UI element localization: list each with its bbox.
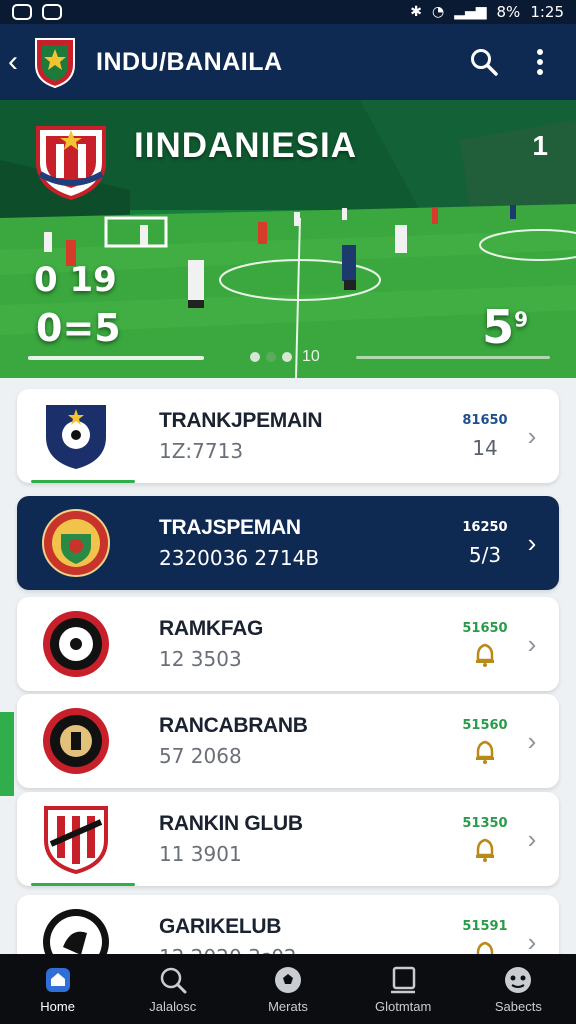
nav-label: Jalalosc — [149, 998, 197, 1014]
club-tag: 51560 — [462, 717, 508, 733]
soccer-ball-icon — [274, 966, 301, 993]
club-number: 5/3 — [468, 542, 502, 567]
carousel-count: 10 — [302, 348, 320, 365]
club-card[interactable]: TRANKJPEMAIN 1Z:7713 81650 14 › — [17, 389, 559, 483]
score-line-2: 0=5 — [36, 306, 121, 350]
card-underline — [31, 480, 135, 483]
club-number: 14 — [472, 435, 498, 460]
chevron-right-icon: › — [527, 420, 537, 451]
chevron-right-icon: › — [527, 527, 537, 558]
club-logo-icon — [43, 909, 109, 954]
side-accent-bar — [0, 712, 14, 796]
profile-icon — [505, 966, 532, 993]
club-stats: 1Z:7713 — [159, 439, 244, 463]
carousel-dot[interactable] — [282, 352, 292, 362]
club-name: TRAJSPEMAN — [159, 516, 301, 539]
club-logo-icon — [43, 708, 109, 774]
carousel-dot[interactable] — [266, 352, 276, 362]
team-crest-icon — [36, 126, 106, 200]
club-tag: 51650 — [462, 620, 508, 636]
club-tag: 81650 — [462, 412, 508, 428]
signal-icon: ▂▄▆ — [454, 4, 487, 20]
chevron-right-icon: › — [527, 823, 537, 854]
chevron-right-icon: › — [527, 628, 537, 659]
chevron-right-icon: › — [527, 725, 537, 756]
club-name: TRANKJPEMAIN — [159, 409, 323, 432]
tablet-icon — [391, 966, 416, 993]
more-vertical-icon — [537, 49, 543, 75]
club-stats: 11 3901 — [159, 842, 242, 866]
notification-icon — [12, 4, 32, 20]
notification-bell-icon[interactable] — [474, 940, 496, 955]
club-logo-icon — [43, 611, 109, 677]
notification-bell-icon[interactable] — [474, 739, 496, 765]
club-logo-icon — [42, 509, 110, 577]
club-tag: 51591 — [462, 918, 508, 934]
nav-home[interactable]: Home — [3, 965, 113, 1014]
score-line-1: 0 19 — [34, 260, 117, 300]
bluetooth-icon: ✱ — [410, 4, 422, 20]
app-title: INDU/BANAILA — [96, 47, 283, 76]
score-right-value: 5 — [482, 300, 515, 354]
club-stats: 57 2068 — [159, 744, 242, 768]
club-card[interactable]: GARIKELUB 12 2020 3s02 51591 › — [17, 895, 559, 954]
notification-bell-icon[interactable] — [474, 837, 496, 863]
nav-search[interactable]: Jalalosc — [118, 965, 228, 1014]
chevron-right-icon: › — [527, 926, 537, 955]
app-bar: ‹ INDU/BANAILA — [0, 24, 576, 100]
clock: 1:25 — [530, 3, 564, 21]
hero-corner-value: 1 — [532, 130, 548, 161]
club-name: RANKIN GLUB — [159, 812, 303, 835]
nav-label: Home — [40, 998, 75, 1014]
notification-bell-icon[interactable] — [474, 642, 496, 668]
back-icon[interactable]: ‹ — [8, 47, 30, 77]
club-tag: 16250 — [462, 519, 508, 535]
club-logo-icon — [46, 405, 106, 469]
progress-line-left — [28, 356, 204, 360]
nav-label: Sabects — [494, 998, 542, 1014]
carousel-indicator[interactable]: 10 — [250, 348, 320, 366]
club-card[interactable]: RANCABRANB 57 2068 51560 › — [17, 694, 559, 788]
hero-banner[interactable]: IINDANIESIA 1 0 19 0=5 59 10 — [0, 100, 576, 378]
club-card-selected[interactable]: TRAJSPEMAN 2320036 2714B 16250 5/3 › — [17, 496, 559, 590]
nav-matches[interactable]: Merats — [233, 965, 343, 1014]
hero-title: IINDANIESIA — [134, 126, 357, 165]
nav-settings[interactable]: Sabects — [463, 965, 573, 1014]
club-card[interactable]: RANKIN GLUB 11 3901 51350 › — [17, 792, 559, 886]
club-crest-icon — [35, 38, 75, 89]
wifi-icon: ◔ — [431, 4, 445, 20]
club-stats: 12 2020 3s02 — [159, 945, 455, 954]
status-bar: ✱ ◔ ▂▄▆ 8% 1:25 — [0, 0, 576, 24]
club-name: RAMKFAG — [159, 617, 264, 640]
search-icon — [471, 49, 498, 76]
club-name: RANCABRANB — [159, 714, 308, 737]
search-button[interactable] — [456, 32, 512, 92]
card-underline — [31, 883, 135, 886]
nav-label: Glotmtam — [374, 998, 432, 1014]
nav-label: Merats — [268, 998, 308, 1014]
club-name: GARIKELUB — [159, 915, 282, 938]
club-card[interactable]: RAMKFAG 12 3503 51650 › — [17, 597, 559, 691]
carousel-dot[interactable] — [250, 352, 260, 362]
club-stats: 2320036 2714B — [159, 546, 320, 570]
club-stats: 12 3503 — [159, 647, 242, 671]
nav-standings[interactable]: Glotmtam — [348, 965, 458, 1014]
club-tag: 51350 — [462, 815, 508, 831]
message-icon — [42, 4, 62, 20]
more-options-button[interactable] — [512, 32, 568, 92]
home-icon — [45, 967, 70, 992]
battery-level: 8% — [496, 3, 521, 21]
search-icon — [160, 967, 187, 993]
club-logo-icon — [44, 806, 108, 874]
bottom-navigation: Home Jalalosc Merats Glotmtam Sabects — [0, 954, 576, 1024]
progress-line-right — [356, 356, 550, 359]
score-right-sup: 9 — [514, 307, 528, 332]
score-right: 59 — [482, 300, 528, 354]
club-list[interactable]: TRANKJPEMAIN 1Z:7713 81650 14 › TRAJSPEM… — [0, 378, 576, 954]
